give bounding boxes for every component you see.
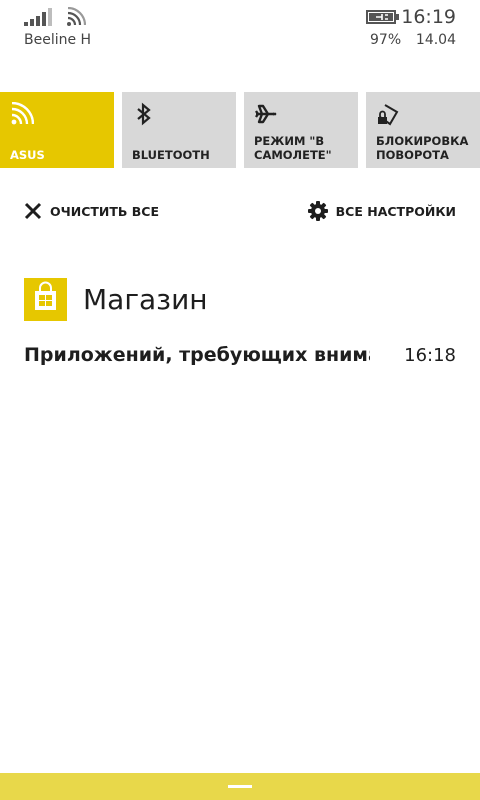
status-clock: 16:19 xyxy=(401,6,456,28)
quick-action-airplane-mode[interactable]: РЕЖИМ "В САМОЛЕТЕ" xyxy=(244,92,358,168)
rotation-lock-icon xyxy=(378,104,399,126)
quick-action-label: BLUETOOTH xyxy=(132,148,210,162)
clear-all-label: ОЧИСТИТЬ ВСЕ xyxy=(50,203,159,219)
quick-action-bluetooth[interactable]: BLUETOOTH xyxy=(122,92,236,168)
quick-action-label: РЕЖИМ "В САМОЛЕТЕ" xyxy=(254,134,332,162)
all-settings-label: ВСЕ НАСТРОЙКИ xyxy=(335,203,456,219)
battery-charging-icon xyxy=(366,10,399,24)
battery-percent: 97% xyxy=(370,32,402,48)
quick-actions: ASUS BLUETOOTH РЕЖИМ "В САМОЛЕТЕ" БЛОКИР… xyxy=(0,92,480,168)
actions-row: ОЧИСТИТЬ ВСЕ ВСЕ НАСТРОЙКИ xyxy=(0,196,480,226)
notification-app-name: Магазин xyxy=(83,283,208,316)
airplane-icon xyxy=(255,104,277,124)
quick-action-label: БЛОКИРОВКА ПОВОРОТА xyxy=(376,134,469,162)
carrier-name: Beeline H xyxy=(24,32,92,48)
bluetooth-icon xyxy=(137,102,151,126)
signal-strength-icon xyxy=(24,8,54,26)
action-center: Beeline H 16:19 97% 14.04 ASUS BLUETOOTH… xyxy=(0,0,480,800)
notification-text: Приложений, требующих внима xyxy=(24,344,370,366)
quick-action-label: ASUS xyxy=(10,148,45,162)
store-bag-icon xyxy=(24,278,67,321)
quick-action-rotation-lock[interactable]: БЛОКИРОВКА ПОВОРОТА xyxy=(366,92,480,168)
notification-item[interactable]: Приложений, требующих внима 16:18 xyxy=(24,342,456,372)
drag-grip-icon xyxy=(228,785,252,788)
quick-action-wifi[interactable]: ASUS xyxy=(0,92,114,168)
gear-icon xyxy=(307,201,328,221)
wifi-icon xyxy=(11,102,34,125)
status-bar: Beeline H 16:19 97% 14.04 xyxy=(0,0,480,60)
close-icon xyxy=(24,202,42,220)
notification-time: 16:18 xyxy=(404,345,456,366)
wifi-status-icon xyxy=(67,7,86,26)
close-panel-handle[interactable] xyxy=(0,773,480,800)
clear-all-button[interactable]: ОЧИСТИТЬ ВСЕ xyxy=(24,196,159,226)
notification-group-header[interactable]: Магазин xyxy=(24,278,464,322)
status-date: 14.04 xyxy=(415,32,456,48)
all-settings-button[interactable]: ВСЕ НАСТРОЙКИ xyxy=(307,196,456,226)
